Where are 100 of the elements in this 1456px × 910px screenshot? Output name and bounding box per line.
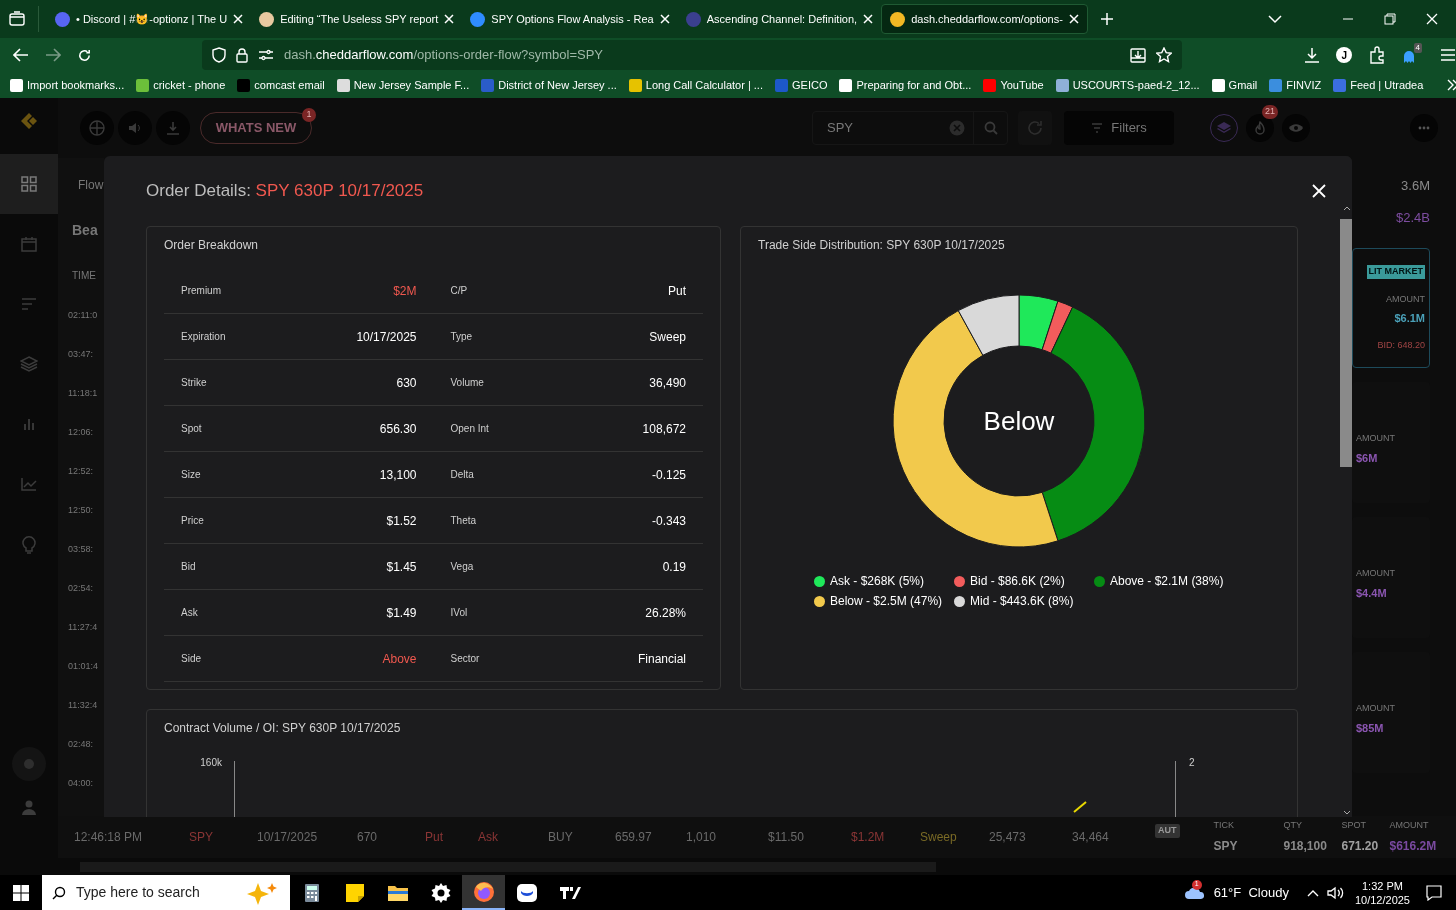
new-tab-icon[interactable] [1099, 12, 1114, 26]
legend-label[interactable]: Below - $2.5M (47%) [830, 592, 943, 610]
cloud-icon [1183, 885, 1206, 900]
scrollbar-thumb[interactable] [1340, 219, 1352, 467]
bookmark-item[interactable]: USCOURTS-paed-2_12... [1055, 76, 1200, 94]
donut-center-label: Below [983, 404, 1055, 438]
sticky-note-icon [344, 882, 365, 903]
download-icon [166, 121, 180, 135]
field-value: $1.49 [386, 604, 417, 622]
taskbar-app[interactable] [462, 875, 505, 910]
download-icon[interactable] [1304, 47, 1321, 63]
axis-tick-label: 160k [200, 756, 222, 770]
clock-time: 1:32 PM [1362, 878, 1403, 893]
profile-avatar[interactable]: J [1336, 47, 1353, 63]
legend-label[interactable]: Bid - $86.6K (2%) [970, 572, 1065, 590]
sidebar-item[interactable] [0, 154, 58, 214]
extensions-icon[interactable] [1368, 46, 1387, 64]
table-cell-text: Put [425, 829, 444, 846]
bookmark-item[interactable]: GEICO [775, 76, 828, 94]
more-bookmarks-icon[interactable] [1447, 79, 1456, 91]
close-icon[interactable] [1312, 184, 1326, 198]
field-label: Sector [450, 652, 480, 666]
address-bar[interactable]: dash.cheddarflow.com/options-order-flow?symbol=SPY [202, 40, 1183, 70]
reload-icon[interactable] [77, 47, 92, 63]
legend-label[interactable]: Ask - $268K (5%) [830, 572, 925, 590]
close-icon[interactable] [659, 14, 670, 24]
table-cell-text: 659.97 [615, 829, 653, 846]
table-cell-text: 12:50: [67, 503, 95, 517]
close-icon[interactable] [1426, 13, 1438, 25]
field-label: Bid [181, 560, 196, 574]
taskbar-search-field[interactable]: Type here to search [42, 875, 290, 910]
flame-icon [1255, 121, 1265, 135]
field-label: Vega [450, 560, 474, 574]
column-header: SPOT [1341, 819, 1367, 833]
bookmark-item[interactable]: Import bookmarks... [10, 76, 125, 94]
bars-icon [22, 417, 36, 431]
bookmark-star-icon[interactable] [1156, 47, 1173, 63]
legend-label[interactable]: Above - $2.1M (38%) [1110, 572, 1224, 590]
chevron-up-icon[interactable] [1306, 888, 1319, 897]
bookmark-item[interactable]: District of New Jersey ... [481, 76, 617, 94]
amount-label: AMOUNT [1356, 702, 1395, 715]
field-value: $1.45 [386, 558, 417, 576]
scroll-down-icon[interactable] [1343, 810, 1351, 815]
close-icon[interactable] [233, 14, 244, 24]
bid-value: BID: 648.20 [1377, 338, 1425, 352]
close-icon[interactable] [444, 14, 455, 24]
browser-tab[interactable]: Ascending Channel: Definition, [677, 4, 882, 34]
amount-value: $6M [1356, 450, 1378, 466]
field-label: C/P [450, 284, 468, 298]
grid-icon [21, 176, 37, 192]
amount-label: AMOUNT [1356, 432, 1395, 445]
column-header: AMOUNT [1389, 819, 1430, 833]
close-icon[interactable] [1068, 14, 1079, 24]
bookmark-item[interactable]: New Jersey Sample F... [336, 76, 470, 94]
bookmark-item[interactable]: cricket - phone [136, 76, 226, 94]
volume-icon[interactable] [1326, 885, 1345, 900]
permissions-icon[interactable] [258, 49, 274, 61]
tab-label[interactable]: Flow [58, 176, 104, 196]
browser-tab[interactable]: • Discord | #😺-optionz | The U [47, 4, 252, 34]
table-cell-text: 12:06: [67, 425, 95, 439]
weather-text: 61°F Cloudy [1213, 883, 1289, 902]
field-value: 656.30 [379, 420, 417, 438]
field-value: Sweep [649, 328, 686, 346]
bookmark-item[interactable]: Feed | Utradea [1333, 76, 1424, 94]
bookmark-item[interactable]: Preparing for and Obt... [839, 76, 972, 94]
save-page-icon[interactable] [1130, 47, 1147, 63]
back-icon[interactable] [13, 48, 29, 62]
bookmark-item[interactable]: Gmail [1211, 76, 1258, 94]
ghost-icon[interactable] [1402, 49, 1417, 65]
legend-label[interactable]: Mid - $443.6K (8%) [970, 592, 1074, 610]
chart-line [1073, 801, 1087, 813]
table-cell-text: 1,010 [686, 829, 718, 846]
menu-icon[interactable] [1440, 48, 1456, 62]
browser-tab[interactable]: dash.cheddarflow.com/options- [881, 4, 1088, 34]
logo-icon[interactable] [20, 112, 38, 130]
browser-tab[interactable]: Editing “The Useless SPY report [251, 4, 463, 34]
clock[interactable]: 1:32 PM 10/12/2025 [1354, 878, 1410, 907]
table-cell-text: SPY [189, 829, 214, 846]
close-icon[interactable] [863, 14, 874, 24]
browser-tab[interactable]: SPY Options Flow Analysis - Rea [462, 4, 678, 34]
field-label: Premium [181, 284, 221, 298]
auto-badge: AUT [1155, 824, 1180, 838]
bookmark-item[interactable]: comcast email [237, 76, 325, 94]
table-cell-text: 10/17/2025 [257, 829, 319, 846]
bookmark-item[interactable]: YouTube [983, 76, 1044, 94]
windows-start-icon[interactable] [13, 884, 29, 901]
field-label: Open Int [450, 422, 489, 436]
amount-label: AMOUNT [1386, 292, 1425, 306]
scroll-up-icon[interactable] [1343, 206, 1351, 211]
filters-button[interactable]: Filters [1064, 111, 1174, 145]
field-value: 10/17/2025 [356, 328, 417, 346]
tab-list-icon[interactable] [8, 10, 26, 28]
field-value: $1.52 [386, 512, 417, 530]
bookmark-item[interactable]: Long Call Calculator | ... [628, 76, 763, 94]
shield-icon [212, 47, 226, 63]
chevron-down-icon[interactable] [1268, 14, 1282, 24]
forward-icon[interactable] [45, 48, 61, 62]
bookmark-item[interactable]: FINVIZ [1269, 76, 1322, 94]
notifications-icon[interactable] [1426, 884, 1442, 901]
restore-icon[interactable] [1384, 13, 1396, 25]
